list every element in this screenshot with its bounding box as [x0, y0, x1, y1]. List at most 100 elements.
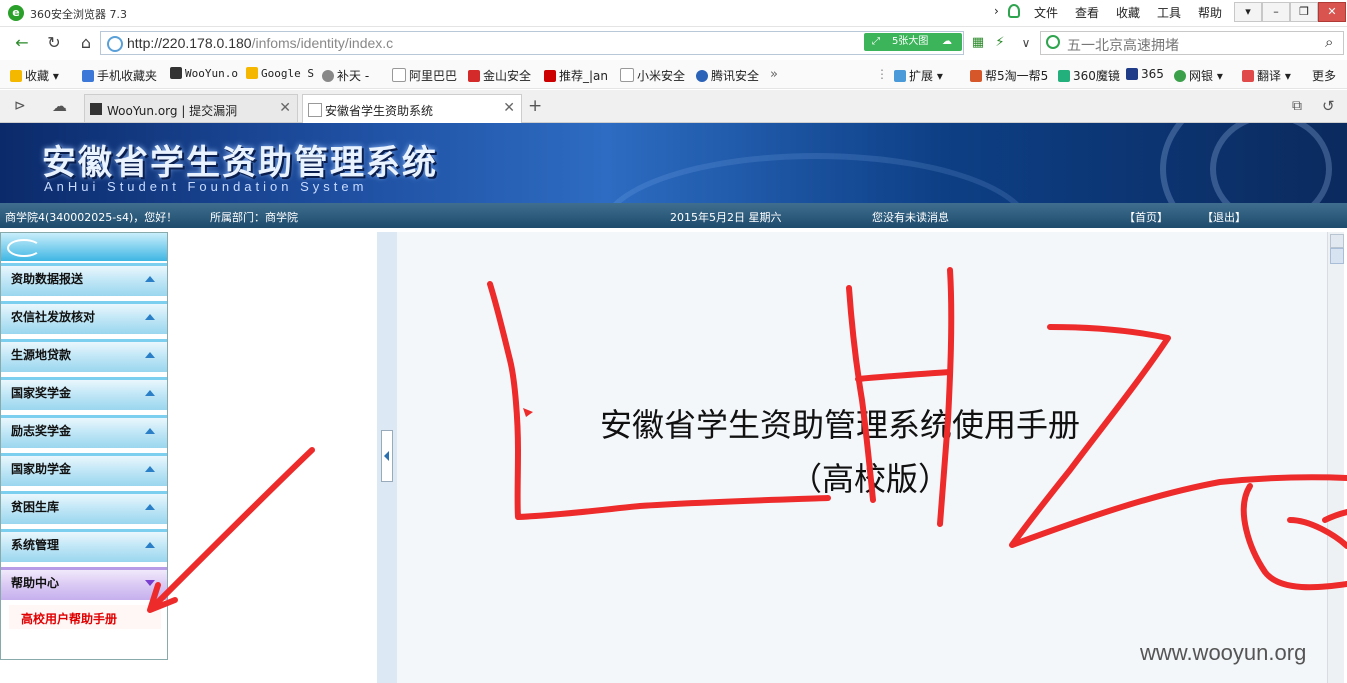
logout-link[interactable]: 【退出】: [1202, 209, 1246, 225]
new-tab-icon[interactable]: +: [528, 96, 542, 116]
menu-view[interactable]: 查看: [1075, 4, 1099, 21]
banner-title: 安徽省学生资助管理系统: [42, 143, 438, 183]
arrow-up-icon: [145, 314, 155, 320]
menu-item-help[interactable]: 帮助中心: [1, 567, 167, 600]
arrow-up-icon: [145, 428, 155, 434]
collapse-handle-icon[interactable]: [381, 430, 393, 482]
banner-subtitle: AnHui Student Foundation System: [44, 179, 368, 194]
menu-header: [1, 233, 167, 261]
ext-mirror[interactable]: 360魔镜: [1058, 67, 1120, 84]
content-frame: 安徽省学生资助管理系统使用手册 （高校版）: [397, 232, 1327, 683]
chevron-right-icon[interactable]: ›: [994, 4, 999, 18]
address-toolbar: ← ↻ ⌂ http://220.178.0.180/infoms/identi…: [0, 28, 1347, 58]
tab-close-icon[interactable]: ✕: [503, 100, 515, 116]
menu-file[interactable]: 文件: [1034, 4, 1058, 21]
shield-icon: [696, 70, 708, 82]
bookmark-kingsoft[interactable]: 金山安全: [468, 67, 531, 84]
close-icon[interactable]: ✕: [1318, 2, 1346, 22]
maximize-icon[interactable]: ❐: [1290, 2, 1318, 22]
menu-item-national-scholarship[interactable]: 国家奖学金: [1, 377, 167, 410]
manual-subtitle: （高校版）: [790, 460, 951, 498]
bookmark-xiaomi[interactable]: 小米安全: [620, 67, 685, 84]
ext-more[interactable]: 更多: [1312, 67, 1336, 84]
frame-splitter[interactable]: [377, 232, 398, 683]
wooyun-icon: [90, 103, 102, 115]
chevron-down-icon[interactable]: ∨: [1014, 32, 1038, 54]
menu-item-poor-students[interactable]: 贫困生库: [1, 491, 167, 524]
tuijian-icon: [544, 70, 556, 82]
butian-icon: [322, 70, 334, 82]
menu-item-national-grant[interactable]: 国家助学金: [1, 453, 167, 486]
wave-decoration: [600, 153, 1032, 203]
bookmark-google[interactable]: Google S: [246, 67, 314, 80]
tab-close-icon[interactable]: ✕: [279, 100, 291, 116]
annotation-arrow-line: [152, 447, 315, 608]
menu-help[interactable]: 帮助: [1198, 4, 1222, 21]
tab-wooyun[interactable]: WooYun.org | 提交漏洞 ✕: [84, 94, 298, 122]
bookmark-mobile[interactable]: 手机收藏夹: [82, 67, 157, 84]
lightning-icon[interactable]: ⚡: [988, 32, 1012, 54]
search-engine-icon: [1046, 35, 1060, 49]
ext-bank[interactable]: 网银 ▾: [1174, 67, 1223, 84]
qr-icon[interactable]: ▦: [966, 32, 990, 54]
arrow-up-icon: [145, 390, 155, 396]
refresh-icon[interactable]: ↻: [42, 32, 66, 54]
ext-365[interactable]: 365: [1126, 67, 1164, 81]
user-status-bar: 商学院4(340002025-s4)，您好！ 所属部门：商学院 2015年5月2…: [0, 203, 1347, 228]
bookmark-alibaba[interactable]: 阿里巴巴: [392, 67, 457, 84]
bookmark-wooyun[interactable]: WooYun.o: [170, 67, 238, 80]
bookmark-butian[interactable]: 补天 -: [322, 67, 369, 84]
title-bar: e 360安全浏览器 7.3 › 文件 查看 收藏 工具 帮助 ▾ – ❐ ✕: [0, 0, 1347, 27]
big-image-button[interactable]: ⤢ 5张大图 ☁: [864, 33, 962, 51]
bookmarks-bar: 收藏 ▾ 手机收藏夹 WooYun.o Google S 补天 - 阿里巴巴 金…: [0, 60, 1347, 89]
ext-translate[interactable]: 翻译 ▾: [1242, 67, 1291, 84]
bookmark-tuijian[interactable]: 推荐_|an: [544, 67, 608, 84]
current-date: 2015年5月2日 星期六: [670, 211, 782, 224]
window-title: 360安全浏览器 7.3: [30, 8, 127, 21]
url-text: http://220.178.0.180/infoms/identity/ind…: [127, 35, 394, 51]
kingsoft-icon: [468, 70, 480, 82]
wave-decoration: [1210, 123, 1332, 203]
back-icon[interactable]: ←: [10, 32, 34, 54]
arrow-up-icon: [145, 352, 155, 358]
sidebar-toggle-icon[interactable]: ⊳: [14, 98, 26, 114]
extensions-button[interactable]: 扩展 ▾: [894, 67, 943, 84]
tab-list-icon[interactable]: ⧉: [1292, 98, 1302, 114]
url-input[interactable]: http://220.178.0.180/infoms/identity/ind…: [100, 31, 964, 55]
menu-item-system[interactable]: 系统管理: [1, 529, 167, 562]
cloud-icon[interactable]: ☁: [52, 97, 67, 115]
shield-icon: [1126, 68, 1138, 80]
home-link[interactable]: 【首页】: [1124, 209, 1168, 225]
home-icon[interactable]: ⌂: [74, 32, 98, 54]
tab-active[interactable]: 安徽省学生资助系统 ✕: [302, 94, 522, 123]
arrow-up-icon: [145, 504, 155, 510]
message-status[interactable]: 您没有未读消息: [872, 209, 949, 225]
content-scrollbar[interactable]: [1327, 232, 1344, 683]
arrow-up-icon: [145, 542, 155, 548]
ext-taobao[interactable]: 帮5淘一帮5: [970, 67, 1048, 84]
scroll-up-icon[interactable]: [1330, 234, 1344, 248]
arrow-down-icon: [145, 580, 155, 586]
menu-item-credit-check[interactable]: 农信社发放核对: [1, 301, 167, 334]
skin-icon[interactable]: ▾: [1234, 2, 1262, 22]
more-bookmarks-icon[interactable]: »: [770, 67, 778, 82]
undo-icon[interactable]: ↺: [1322, 97, 1335, 115]
bookmark-tencent[interactable]: 腾讯安全: [696, 67, 759, 84]
page-icon: [620, 68, 634, 82]
site-banner: 安徽省学生资助管理系统 AnHui Student Foundation Sys…: [0, 123, 1347, 203]
search-icon[interactable]: ⌕: [1325, 33, 1333, 51]
menu-tools[interactable]: 工具: [1157, 4, 1181, 21]
menu-item-student-loan[interactable]: 生源地贷款: [1, 339, 167, 372]
menu-favorites[interactable]: 收藏: [1116, 4, 1140, 21]
cloud-icon: ☁: [942, 36, 952, 47]
menu-item-funding-report[interactable]: 资助数据报送: [1, 263, 167, 296]
search-placeholder: 五一北京高速拥堵: [1067, 38, 1179, 54]
scroll-thumb[interactable]: [1330, 248, 1344, 264]
menu-item-inspiration-scholarship[interactable]: 励志奖学金: [1, 415, 167, 448]
submenu-help-manual[interactable]: 高校用户帮助手册: [9, 605, 161, 629]
search-input[interactable]: 五一北京高速拥堵 ⌕: [1040, 31, 1344, 55]
bookmark-favorites[interactable]: 收藏 ▾: [10, 67, 59, 84]
watermark: www.wooyun.org: [1140, 640, 1307, 665]
minimize-icon[interactable]: –: [1262, 2, 1290, 22]
user-icon[interactable]: [1008, 4, 1020, 18]
